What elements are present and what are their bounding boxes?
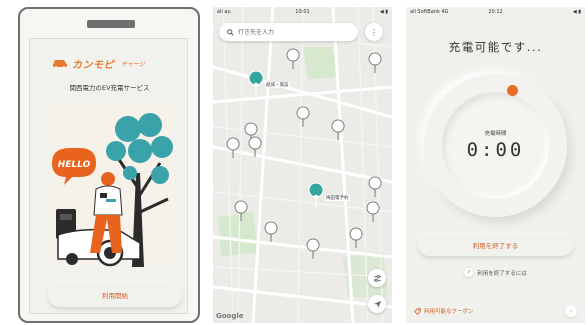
current-location-button[interactable] xyxy=(368,295,386,313)
car-logo-icon xyxy=(53,60,67,69)
progress-indicator-dot xyxy=(507,85,518,96)
filter-button[interactable] xyxy=(368,269,386,287)
status-time: 20:12 xyxy=(488,9,503,15)
hello-speech-text: HELLO xyxy=(58,160,91,170)
coupon-tag-icon xyxy=(414,307,421,315)
map-canvas[interactable] xyxy=(213,7,392,323)
charging-time-label: 充電時間 xyxy=(484,131,507,137)
charging-status-bar: all SoftBank 4G 20:12 ◀ ▮ xyxy=(406,7,585,19)
screenshot-stage: カンモピ チャージ 関西電力のEV充電サービス HELLO 利用開始 all a… xyxy=(0,0,588,325)
how-to-end-help-link[interactable]: ? 利用を終了するには xyxy=(406,268,585,277)
status-icons: ◀ ▮ xyxy=(379,9,388,15)
welcome-phone-frame: カンモピ チャージ 関西電力のEV充電サービス HELLO 利用開始 xyxy=(18,7,200,323)
help-link-text: 利用を終了するには xyxy=(477,270,527,277)
navigation-arrow-icon xyxy=(373,300,381,308)
filter-sliders-icon xyxy=(373,274,381,282)
status-icons: ◀ ▮ xyxy=(572,9,581,15)
help-question-icon: ? xyxy=(464,268,474,277)
logo-text: カンモピ xyxy=(72,59,114,71)
coupon-link-text: 利用可能なクーポン xyxy=(424,309,474,315)
chevron-right-icon: › xyxy=(565,305,577,317)
app-logo: カンモピ チャージ xyxy=(52,54,172,72)
logo-subtext: チャージ xyxy=(121,60,145,68)
pin-label[interactable]: 梅田電予約 xyxy=(325,195,350,201)
charging-time-value: 0:00 xyxy=(466,139,525,161)
map-search-bar[interactable] xyxy=(219,23,358,41)
more-menu-button[interactable]: ⋮ xyxy=(365,23,383,41)
welcome-screen: カンモピ チャージ 関西電力のEV充電サービス HELLO 利用開始 xyxy=(29,38,188,314)
start-button[interactable]: 利用開始 xyxy=(48,283,182,307)
map-screen: all au 10:01 ◀ ▮ ⋮ 越城・施設 梅田電予約 xyxy=(213,7,392,323)
service-subtitle: 関西電力のEV充電サービス xyxy=(69,84,150,92)
end-usage-button[interactable]: 利用を終了する xyxy=(418,234,573,256)
destination-input[interactable] xyxy=(238,28,348,36)
phone-speaker-notch xyxy=(87,20,135,28)
search-icon xyxy=(227,28,234,36)
pin-label[interactable]: 越城・施設 xyxy=(265,82,290,88)
charging-screen: all SoftBank 4G 20:12 ◀ ▮ 充電可能です... 充電時間… xyxy=(406,7,585,323)
charging-title: 充電可能です... xyxy=(448,40,543,54)
map-status-bar: all au 10:01 ◀ ▮ xyxy=(213,7,392,19)
google-logo: Google xyxy=(216,312,244,320)
welcome-illustration: HELLO xyxy=(50,103,174,267)
available-coupons-link[interactable]: 利用可能なクーポン › xyxy=(414,304,579,318)
status-time: 10:01 xyxy=(295,9,310,15)
